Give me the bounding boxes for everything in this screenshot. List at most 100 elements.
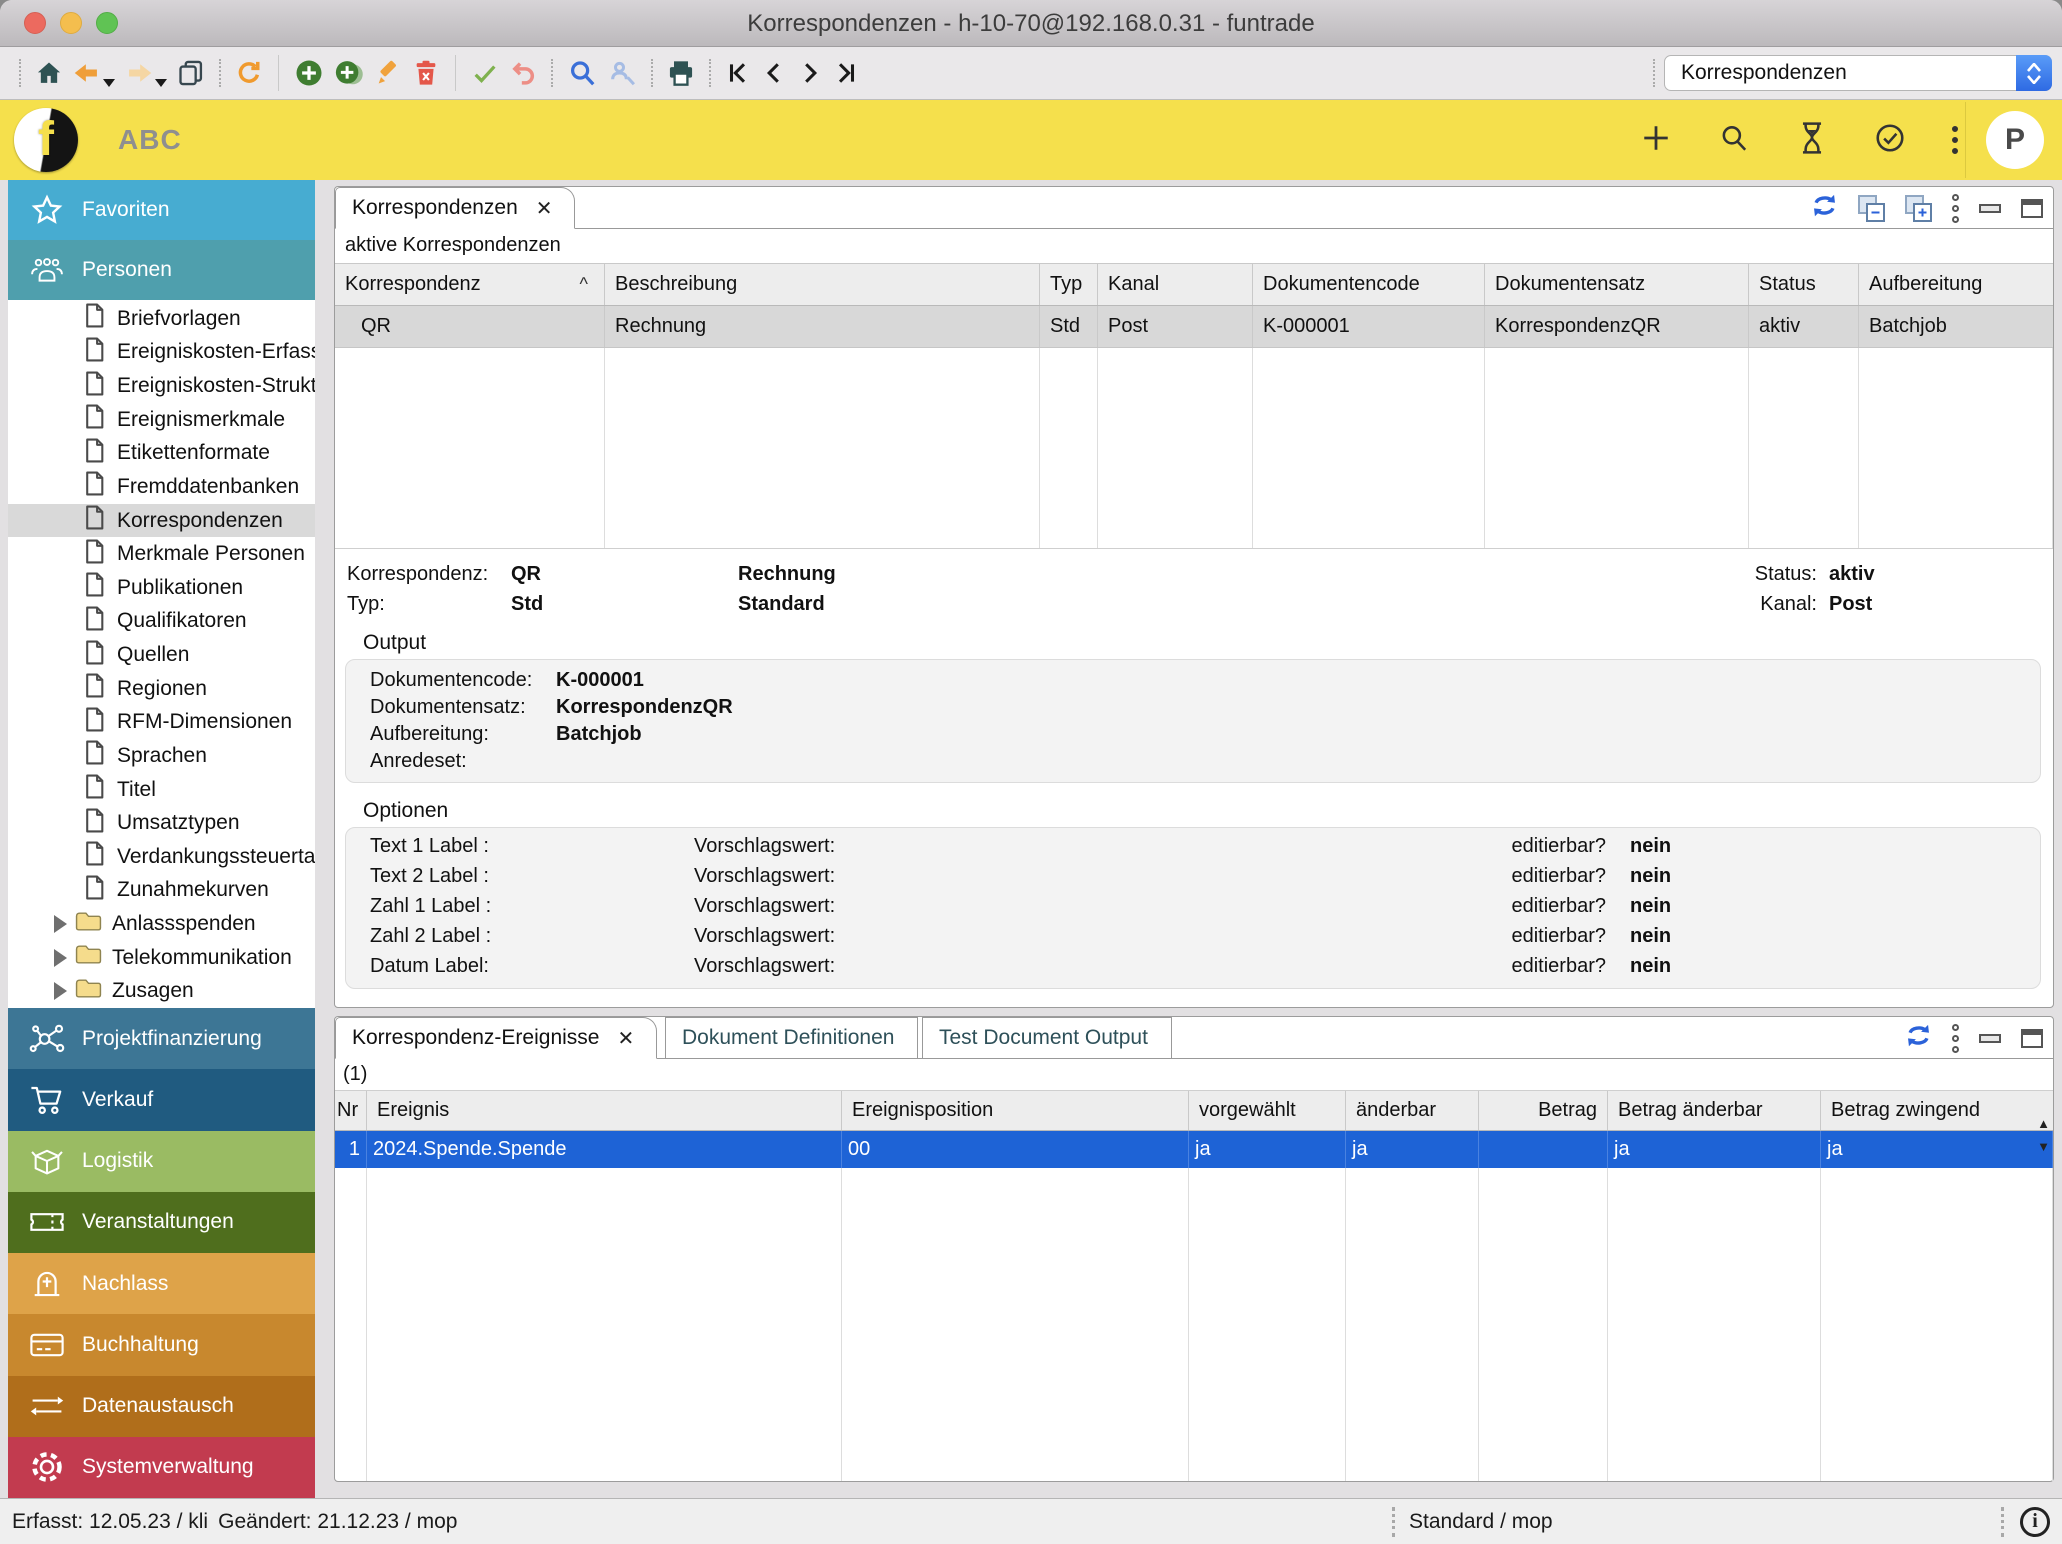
delete-button[interactable] xyxy=(407,53,445,93)
expand-arrow-icon[interactable] xyxy=(54,982,67,1000)
maximize-panel-button[interactable] xyxy=(2021,1029,2043,1048)
vertical-scrollbar[interactable]: ▲ ▼ xyxy=(2036,1093,2051,1475)
tree-item-rfm-dimensionen[interactable]: RFM-Dimensionen xyxy=(8,706,315,740)
tree-item-korrespondenzen[interactable]: Korrespondenzen xyxy=(8,504,315,538)
previous-record-button[interactable] xyxy=(756,53,792,93)
expand-arrow-icon[interactable] xyxy=(54,915,67,933)
copy-button[interactable] xyxy=(172,53,210,93)
tree-item-ereigniskosten-struktur[interactable]: Ereigniskosten-Struktu xyxy=(8,369,315,403)
tree-item-briefvorlagen[interactable]: Briefvorlagen xyxy=(8,302,315,336)
scroll-down-icon[interactable]: ▼ xyxy=(2037,1140,2050,1153)
column-header[interactable]: Aufbereitung xyxy=(1859,264,2053,305)
column-header[interactable]: Beschreibung xyxy=(605,264,1040,305)
tree-folder-zusagen[interactable]: Zusagen xyxy=(8,975,315,1009)
sidebar-group-favoriten[interactable]: Favoriten xyxy=(8,180,315,240)
home-button[interactable] xyxy=(30,53,68,93)
done-tasks-button[interactable] xyxy=(1874,122,1906,159)
tree-item-titel[interactable]: Titel xyxy=(8,773,315,807)
tree-item-ereignismerkmale[interactable]: Ereignismerkmale xyxy=(8,403,315,437)
collapse-all-button[interactable] xyxy=(1858,195,1885,222)
sidebar-section-verkauf[interactable]: Verkauf xyxy=(8,1069,315,1130)
search-person-button[interactable] xyxy=(602,53,642,93)
close-tab-icon[interactable]: ✕ xyxy=(536,196,553,221)
column-header[interactable]: Betrag änderbar xyxy=(1608,1091,1821,1130)
tree-item-umsatztypen[interactable]: Umsatztypen xyxy=(8,806,315,840)
print-button[interactable] xyxy=(662,53,700,93)
statusbar-drag-handle[interactable] xyxy=(2001,1507,2004,1537)
add-button[interactable] xyxy=(289,53,329,93)
table-row-selected[interactable]: 1 2024.Spende.Spende 00 ja ja ja ja xyxy=(335,1131,2053,1168)
undo-button[interactable] xyxy=(504,53,542,93)
back-button[interactable] xyxy=(68,53,120,93)
confirm-button[interactable] xyxy=(466,53,504,93)
tab-test-document-output[interactable]: Test Document Output xyxy=(922,1017,1172,1058)
sort-ascending-icon[interactable]: ^ xyxy=(580,274,594,295)
minimize-panel-button[interactable] xyxy=(1979,204,2001,213)
column-header[interactable]: Ereignis xyxy=(367,1091,842,1130)
column-header[interactable]: Dokumentensatz xyxy=(1485,264,1749,305)
tree-item-merkmale-personen[interactable]: Merkmale Personen xyxy=(8,537,315,571)
column-header[interactable]: Typ xyxy=(1040,264,1098,305)
first-record-button[interactable] xyxy=(720,53,756,93)
refresh-panel-button[interactable] xyxy=(1811,192,1838,224)
sidebar-section-buchhaltung[interactable]: Buchhaltung xyxy=(8,1314,315,1375)
tree-item-zunahmekurven[interactable]: Zunahmekurven xyxy=(8,874,315,908)
column-header[interactable]: Ereignisposition xyxy=(842,1091,1189,1130)
scroll-up-icon[interactable]: ▲ xyxy=(2037,1117,2050,1130)
expand-arrow-icon[interactable] xyxy=(54,949,67,967)
sidebar-section-logistik[interactable]: Logistik xyxy=(8,1131,315,1192)
tree-item-verdankungssteuertabelle[interactable]: Verdankungssteuertab xyxy=(8,840,315,874)
tree-item-etikettenformate[interactable]: Etikettenformate xyxy=(8,437,315,471)
minimize-panel-button[interactable] xyxy=(1979,1034,2001,1043)
maximize-panel-button[interactable] xyxy=(2021,199,2043,218)
refresh-panel-button[interactable] xyxy=(1905,1022,1932,1054)
tree-item-ereigniskosten-erfassung[interactable]: Ereigniskosten-Erfass xyxy=(8,336,315,370)
column-header[interactable]: änderbar xyxy=(1346,1091,1479,1130)
edit-button[interactable] xyxy=(369,53,407,93)
search-button[interactable] xyxy=(562,53,602,93)
quick-add-button[interactable] xyxy=(1640,122,1672,159)
info-button[interactable]: i xyxy=(2020,1507,2050,1537)
column-header[interactable]: Betrag xyxy=(1479,1091,1608,1130)
column-header[interactable]: Dokumentencode xyxy=(1253,264,1485,305)
column-header[interactable]: Betrag zwingend xyxy=(1821,1091,2053,1130)
table-empty-area[interactable] xyxy=(335,348,2053,549)
column-header[interactable]: Korrespondenz^ xyxy=(335,264,605,305)
column-header[interactable]: Kanal xyxy=(1098,264,1253,305)
column-header[interactable]: Status xyxy=(1749,264,1859,305)
toolbar-drag-handle[interactable] xyxy=(1653,59,1655,87)
table-row-selected[interactable]: QR Rechnung Std Post K-000001 Korrespond… xyxy=(335,306,2053,348)
refresh-button[interactable] xyxy=(230,53,268,93)
back-menu-caret[interactable] xyxy=(103,79,115,87)
tab-korrespondenz-ereignisse[interactable]: Korrespondenz-Ereignisse ✕ xyxy=(335,1017,657,1059)
sidebar-section-projektfinanzierung[interactable]: Projektfinanzierung xyxy=(8,1008,315,1069)
forward-menu-caret[interactable] xyxy=(155,79,167,87)
global-search-button[interactable] xyxy=(1718,122,1750,159)
statusbar-drag-handle[interactable] xyxy=(1392,1507,1395,1537)
combobox-stepper-icon[interactable] xyxy=(2016,55,2052,91)
next-record-button[interactable] xyxy=(792,53,828,93)
expand-all-button[interactable] xyxy=(1905,195,1932,222)
tree-item-publikationen[interactable]: Publikationen xyxy=(8,571,315,605)
close-tab-icon[interactable]: ✕ xyxy=(617,1026,634,1051)
sidebar-section-veranstaltungen[interactable]: Veranstaltungen xyxy=(8,1192,315,1253)
tree-item-sprachen[interactable]: Sprachen xyxy=(8,739,315,773)
tree-folder-telekommunikation[interactable]: Telekommunikation xyxy=(8,941,315,975)
tree-item-quellen[interactable]: Quellen xyxy=(8,638,315,672)
toolbar-drag-handle[interactable] xyxy=(19,59,21,87)
sidebar-section-datenaustausch[interactable]: Datenaustausch xyxy=(8,1376,315,1437)
pending-tasks-button[interactable] xyxy=(1796,121,1828,160)
tree-folder-anlassspenden[interactable]: Anlassspenden xyxy=(8,907,315,941)
add-copy-button[interactable] xyxy=(329,53,369,93)
panel-menu-button[interactable] xyxy=(1952,194,1959,223)
column-header[interactable]: vorgewählt xyxy=(1189,1091,1346,1130)
tab-dokument-definitionen[interactable]: Dokument Definitionen xyxy=(665,1017,918,1058)
tab-korrespondenzen[interactable]: Korrespondenzen ✕ xyxy=(335,187,575,229)
more-menu-button[interactable] xyxy=(1952,126,1958,154)
column-header[interactable]: Nr xyxy=(335,1091,367,1130)
sidebar-group-personen[interactable]: Personen xyxy=(8,240,315,300)
sidebar-section-nachlass[interactable]: Nachlass xyxy=(8,1253,315,1314)
tree-item-regionen[interactable]: Regionen xyxy=(8,672,315,706)
table-empty-area[interactable] xyxy=(335,1168,2053,1481)
forward-button[interactable] xyxy=(120,53,172,93)
